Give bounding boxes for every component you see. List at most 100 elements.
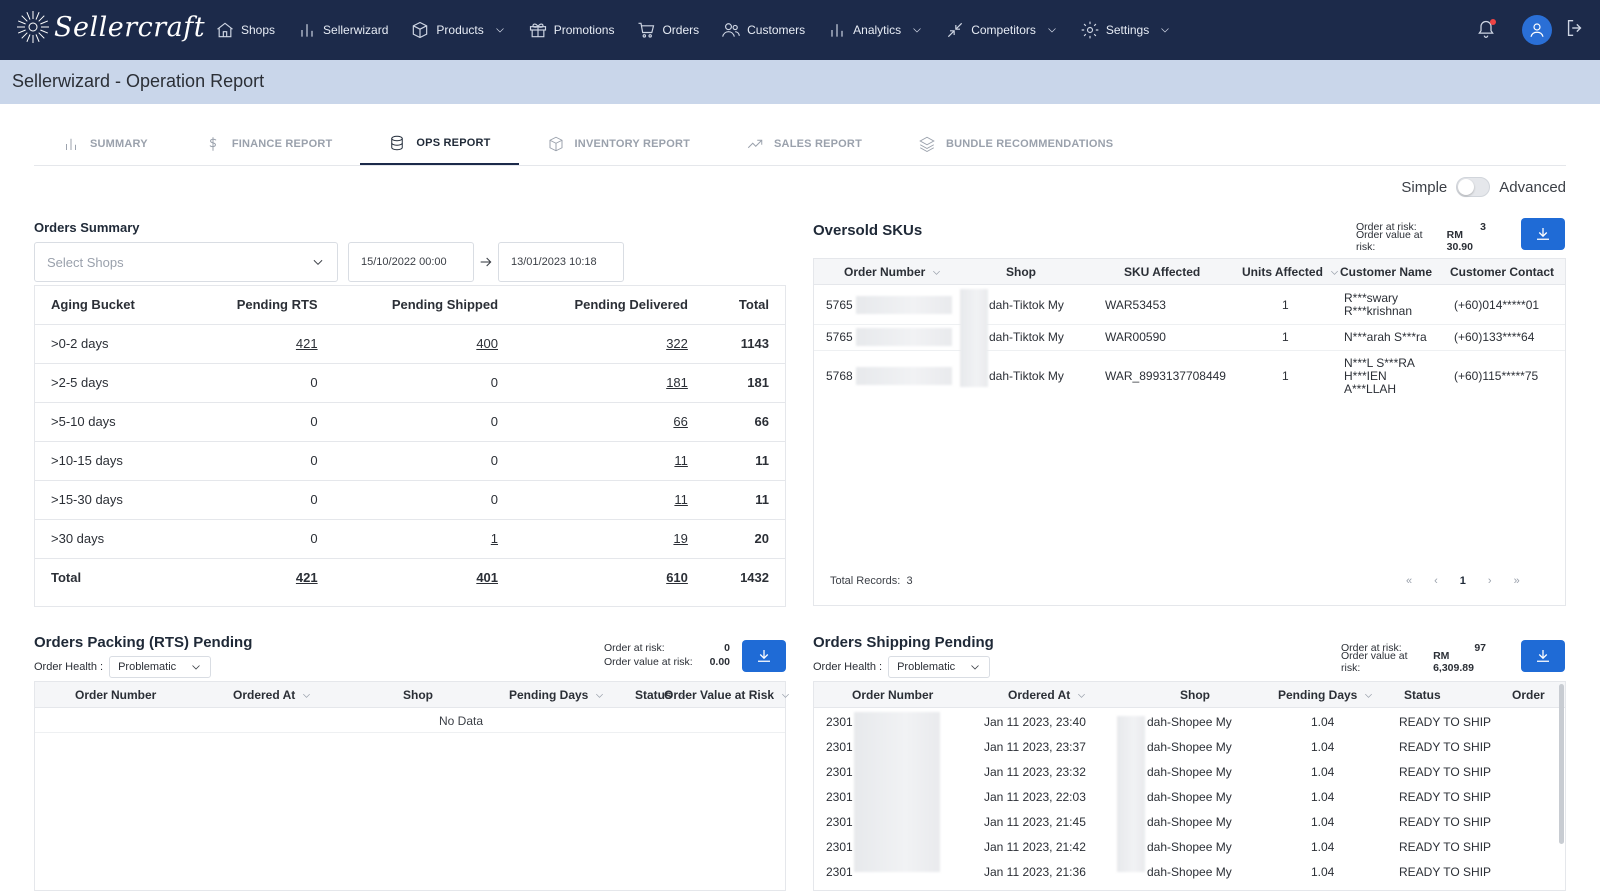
last-page-icon[interactable]: »	[1514, 575, 1520, 587]
column-header: Pending Shipped	[333, 286, 515, 325]
order-number[interactable]: 2301	[826, 784, 853, 809]
table-cell[interactable]: 400	[333, 324, 515, 364]
order-number[interactable]: 5768	[826, 350, 853, 402]
order-health-select[interactable]: Problematic	[109, 656, 212, 678]
column-header[interactable]: Order Number	[844, 259, 942, 285]
rts-download-button[interactable]	[742, 640, 786, 672]
order-number[interactable]: 2301	[826, 834, 853, 859]
nav-item-shops[interactable]: Shops	[215, 0, 275, 60]
current-page[interactable]: 1	[1460, 575, 1466, 587]
customer-name-line: R***krishnan	[1344, 304, 1413, 318]
download-icon	[1537, 228, 1549, 240]
tab-bundle-recommendations[interactable]: BUNDLE RECOMMENDATIONS	[890, 122, 1141, 165]
cube-icon	[549, 136, 563, 151]
tab-inventory-report[interactable]: INVENTORY REPORT	[519, 122, 718, 165]
column-header[interactable]: SKU Affected	[1124, 259, 1200, 285]
column-header[interactable]: Pending Days	[509, 682, 605, 708]
column-header[interactable]: Order Number	[852, 682, 933, 708]
order-number[interactable]: 2301	[826, 709, 853, 734]
column-header[interactable]: Shop	[1180, 682, 1210, 708]
shop-name: dah-Shopee My	[1147, 839, 1232, 854]
nav-item-analytics[interactable]: Analytics	[827, 0, 923, 60]
date-from-input[interactable]: 15/10/2022 00:00	[348, 242, 474, 282]
tab-label: SUMMARY	[90, 137, 148, 150]
shipping-order-health: Order Health : Problematic	[813, 656, 991, 678]
column-header[interactable]: Order	[1512, 682, 1545, 708]
count-link[interactable]: 181	[666, 375, 688, 390]
first-page-icon[interactable]: «	[1406, 575, 1412, 587]
tab-ops-report[interactable]: OPS REPORT	[360, 122, 519, 165]
table-cell[interactable]: 421	[186, 558, 333, 597]
oversold-download-button[interactable]	[1521, 218, 1565, 250]
column-header[interactable]: Ordered At	[233, 682, 312, 708]
count-link[interactable]: 19	[673, 531, 687, 546]
order-number[interactable]: 2301	[826, 759, 853, 784]
count-link[interactable]: 11	[674, 492, 688, 507]
column-header[interactable]: Units Affected	[1242, 259, 1340, 285]
oversold-risk-summary: Order at risk: 3 Order value at risk: RM 3…	[1356, 220, 1486, 253]
shop-select[interactable]: Select Shops	[34, 242, 338, 282]
order-number[interactable]: 2301	[826, 734, 853, 759]
count-link[interactable]: 421	[296, 570, 318, 585]
nav-item-settings[interactable]: Settings	[1080, 0, 1171, 60]
nav-item-products[interactable]: Products	[410, 0, 505, 60]
table-cell[interactable]: 421	[186, 324, 334, 364]
table-cell[interactable]: 181	[514, 363, 704, 403]
nav-item-orders[interactable]: Orders	[636, 0, 699, 60]
count-link[interactable]: 421	[296, 336, 318, 351]
table-cell[interactable]: 401	[334, 558, 514, 597]
count-link[interactable]: 322	[666, 336, 688, 351]
shipping-download-button[interactable]	[1521, 640, 1565, 672]
order-number[interactable]: 2301	[826, 859, 853, 884]
count-link[interactable]: 11	[674, 453, 688, 468]
nav-item-label: Customers	[747, 23, 806, 37]
user-avatar[interactable]	[1522, 15, 1552, 45]
count-link[interactable]: 400	[476, 336, 498, 351]
column-header[interactable]: Order Value at Risk	[664, 682, 791, 708]
total-label: Total	[51, 570, 82, 586]
column-header[interactable]: Ordered At	[1008, 682, 1087, 708]
nav-item-sellerwizard[interactable]: Sellerwizard	[297, 0, 388, 60]
count-link[interactable]: 401	[476, 570, 498, 585]
logout-button[interactable]	[1564, 17, 1586, 44]
nav-item-promotions[interactable]: Promotions	[528, 0, 614, 60]
order-number[interactable]: 5765	[826, 286, 853, 324]
prev-page-icon[interactable]: ‹	[1434, 575, 1438, 587]
nav-item-customers[interactable]: Customers	[721, 0, 805, 60]
nav-item-competitors[interactable]: Competitors	[945, 0, 1058, 60]
order-number[interactable]: 2301	[826, 809, 853, 834]
column-header[interactable]: Shop	[1006, 259, 1036, 285]
notifications-bell[interactable]	[1476, 19, 1498, 41]
order-number[interactable]: 5765	[826, 324, 853, 350]
tab-finance-report[interactable]: FINANCE REPORT	[176, 122, 361, 165]
order-health-select[interactable]: Problematic	[888, 656, 991, 678]
column-header[interactable]: Status	[1404, 682, 1441, 708]
date-to-input[interactable]: 13/01/2023 10:18	[498, 242, 624, 282]
table-cell[interactable]: 11	[514, 441, 704, 481]
column-header[interactable]: Order Number	[75, 682, 156, 708]
table-cell[interactable]: 11	[514, 480, 704, 520]
table-cell[interactable]: 1	[333, 519, 515, 559]
redacted-column	[1117, 716, 1145, 872]
nav-item-label: Products	[436, 23, 484, 37]
tab-sales-report[interactable]: SALES REPORT	[718, 122, 890, 165]
next-page-icon[interactable]: ›	[1488, 575, 1492, 587]
ordered-at: Jan 11 2023, 23:40	[984, 714, 1086, 729]
nav-item-label: Orders	[662, 23, 700, 37]
table-cell[interactable]: 19	[514, 519, 704, 559]
scrollbar[interactable]	[1559, 684, 1564, 844]
brand-logo[interactable]: Sellercraft	[16, 10, 205, 44]
table-cell[interactable]: 322	[514, 324, 704, 364]
column-header[interactable]: Shop	[403, 682, 433, 708]
mode-toggle[interactable]	[1456, 177, 1491, 197]
column-header[interactable]: Customer Name	[1340, 259, 1432, 285]
column-header[interactable]: Pending Days	[1278, 682, 1374, 708]
tab-summary[interactable]: SUMMARY	[34, 122, 176, 165]
count-link[interactable]: 66	[673, 414, 687, 429]
count-link[interactable]: 1	[491, 531, 498, 546]
table-cell[interactable]: 610	[514, 558, 704, 597]
count-link[interactable]: 610	[666, 570, 688, 585]
column-header[interactable]: Customer Contact	[1450, 259, 1554, 285]
brand-name: Sellercraft	[54, 11, 206, 43]
table-cell[interactable]: 66	[514, 402, 704, 442]
